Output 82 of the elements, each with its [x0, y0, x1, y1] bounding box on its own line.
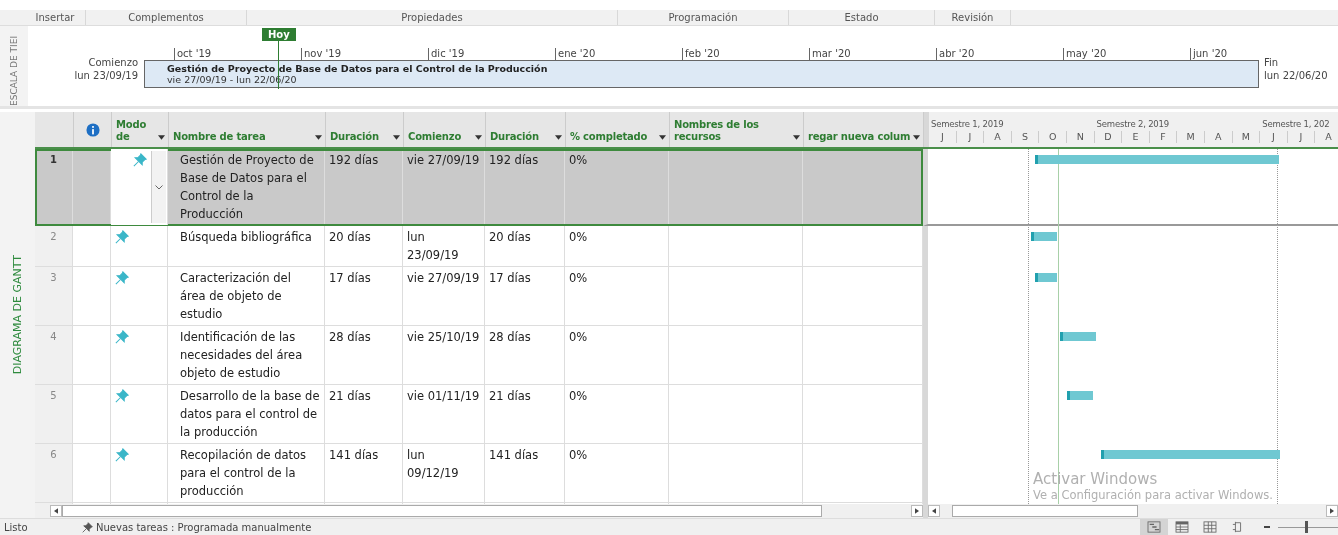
ribbon-group-label: Revisión: [935, 10, 1011, 25]
duration-cell: 192 días: [485, 149, 565, 225]
semester-label: Semestre 1, 202: [1261, 119, 1331, 129]
task-row[interactable]: 1 Gestión de Proyecto de Base de Datos para el Control de la Producción 192 días vie 27/09/19 192 días 0%: [35, 149, 923, 226]
month-label: O: [1039, 131, 1067, 143]
month-label: J: [1260, 131, 1288, 143]
start-label: Comienzo: [88, 56, 138, 69]
view-label: DIAGRAMA DE GANTT: [11, 255, 24, 375]
duration-cell: 20 días: [485, 226, 565, 266]
month-label: J: [929, 131, 957, 143]
column-header[interactable]: Modo de: [112, 112, 169, 147]
duration-cell: 192 días: [325, 149, 403, 225]
ribbon-group-label: Propiedades: [247, 10, 618, 25]
percent-complete-cell: 0%: [565, 149, 669, 225]
duration-cell: 141 días: [325, 444, 403, 502]
column-header[interactable]: Nombre de tarea: [169, 112, 326, 147]
month-label: S: [1011, 131, 1040, 143]
month-label: E: [1122, 131, 1150, 143]
timeline-side-label: ESCALA DE TIEI: [9, 34, 19, 106]
percent-complete-cell: 0%: [565, 326, 669, 384]
column-header[interactable]: % completado: [566, 112, 670, 147]
task-name-cell: Recopilación de datos para el control de la producción: [168, 444, 325, 502]
start-cell: vie 01/11/19: [403, 385, 485, 443]
start-date: lun 23/09/19: [74, 69, 138, 82]
semester-label: Semestre 1, 2019: [930, 119, 1005, 129]
task-name-cell: Gestión de Proyecto de Base de Datos para el Control de la Producción: [168, 149, 325, 225]
task-row[interactable]: 4 Identificación de las necesidades del área objeto de estudio 28 días vie 25/10/19 28 días 0%: [35, 326, 923, 385]
start-cell: lun 09/12/19: [403, 444, 485, 502]
task-name-cell: Búsqueda bibliográfica: [168, 226, 325, 266]
row-number: 1: [35, 149, 73, 225]
task-row[interactable]: 3 Caracterización del área de objeto de estudio 17 días vie 27/09/19 17 días 0%: [35, 267, 923, 326]
semester-label: Semestre 2, 2019: [1095, 119, 1170, 129]
month-label: N: [1066, 131, 1095, 143]
column-header[interactable]: Comienzo: [404, 112, 486, 147]
activation-notice-text: Ve a Configuración para activar Windows.: [1033, 488, 1273, 502]
row-number: 3: [35, 267, 73, 325]
task-name-cell: Caracterización del área de objeto de estudio: [168, 267, 325, 325]
month-label: F: [1149, 131, 1178, 143]
duration-cell: 20 días: [325, 226, 403, 266]
percent-complete-cell: 0%: [565, 444, 669, 502]
row-number: 5: [35, 385, 73, 443]
ribbon-group-label: Complementos: [86, 10, 247, 25]
month-label: M: [1232, 131, 1261, 143]
start-cell: vie 25/10/19: [403, 326, 485, 384]
duration-cell: 28 días: [485, 326, 565, 384]
month-label: A: [1315, 131, 1338, 143]
ribbon-group-label: Insertar: [25, 10, 86, 25]
column-header[interactable]: Duración: [486, 112, 566, 147]
start-cell: lun 23/09/19: [403, 226, 485, 266]
column-header[interactable]: Duración: [326, 112, 404, 147]
month-label: D: [1094, 131, 1123, 143]
task-row[interactable]: 2 Búsqueda bibliográfica 20 días lun 23/09/19 20 días 0%: [35, 226, 923, 267]
percent-complete-cell: 0%: [565, 267, 669, 325]
duration-cell: 17 días: [325, 267, 403, 325]
column-header[interactable]: Nombres de los recursos: [670, 112, 804, 147]
duration-cell: 17 días: [485, 267, 565, 325]
end-date: lun 22/06/20: [1264, 69, 1328, 82]
start-cell: vie 27/09/19: [403, 149, 485, 225]
month-label: J: [1287, 131, 1316, 143]
task-row[interactable]: 6 Recopilación de datos para el control de la producción 141 días lun 09/12/19 141 días 0%: [35, 444, 923, 503]
duration-cell: 21 días: [485, 385, 565, 443]
percent-complete-cell: 0%: [565, 385, 669, 443]
ribbon-group-label: Programación: [618, 10, 789, 25]
month-label: A: [1204, 131, 1233, 143]
new-tasks-mode[interactable]: Nuevas tareas : Programada manualmente: [96, 521, 312, 533]
start-cell: vie 27/09/19: [403, 267, 485, 325]
percent-complete-cell: 0%: [565, 226, 669, 266]
task-name-cell: Desarrollo de la base de datos para el control de la producción: [168, 385, 325, 443]
task-row[interactable]: 5 Desarrollo de la base de datos para el control de la producción 21 días vie 01/11/19 21 días 0%: [35, 385, 923, 444]
duration-cell: 28 días: [325, 326, 403, 384]
month-label: A: [984, 131, 1012, 143]
status-text: Listo: [3, 521, 29, 533]
row-number: 4: [35, 326, 73, 384]
duration-cell: 21 días: [325, 385, 403, 443]
timeline-task-title: Gestión de Proyecto de Base de Datos para el Control de la Producción: [167, 63, 549, 74]
duration-cell: 141 días: [485, 444, 565, 502]
row-number: 2: [35, 226, 73, 266]
ribbon-group-label: Estado: [789, 10, 935, 25]
month-label: J: [956, 131, 985, 143]
month-label: M: [1177, 131, 1205, 143]
row-number: 6: [35, 444, 73, 502]
task-name-cell: Identificación de las necesidades del área objeto de estudio: [168, 326, 325, 384]
